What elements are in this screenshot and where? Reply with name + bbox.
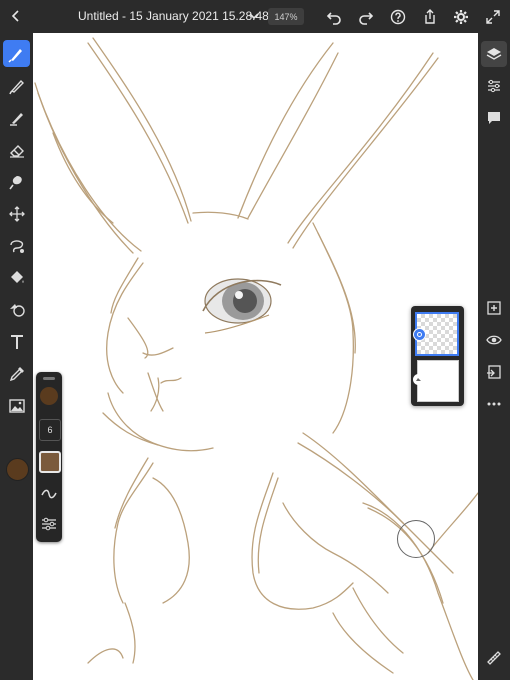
brush-settings-icon[interactable] [39, 514, 59, 534]
liquify-tool-icon[interactable] [3, 168, 30, 195]
undo-icon[interactable] [324, 7, 344, 27]
share-icon[interactable] [420, 7, 440, 27]
ruler-icon[interactable] [481, 645, 507, 671]
smudge-brush-tool-icon[interactable] [3, 72, 30, 99]
right-toolbar [478, 33, 510, 680]
left-toolbar [0, 33, 33, 680]
eyedropper-tool-icon[interactable] [3, 360, 30, 387]
layers-icon[interactable] [481, 41, 507, 67]
title-chevron-down-icon[interactable] [247, 9, 261, 23]
transform-tool-icon[interactable] [3, 200, 30, 227]
current-color-swatch[interactable] [6, 458, 29, 481]
shape-tool-icon[interactable] [3, 296, 30, 323]
back-chevron-icon[interactable] [6, 6, 26, 26]
panel-drag-handle[interactable] [43, 377, 55, 380]
eraser-tool-icon[interactable] [3, 136, 30, 163]
brush-cursor-ring [397, 520, 435, 558]
redo-icon[interactable] [356, 7, 376, 27]
help-icon[interactable] [388, 7, 408, 27]
top-bar: Untitled - 15 January 2021 15.28.48 * 14… [0, 0, 510, 33]
brush-size-value[interactable]: 6 [39, 419, 61, 441]
text-tool-icon[interactable] [3, 328, 30, 355]
brush-color-swatch[interactable] [39, 451, 61, 473]
merge-down-icon[interactable] [481, 359, 507, 385]
add-layer-icon[interactable] [481, 295, 507, 321]
eraser-brush-tool-icon[interactable] [3, 104, 30, 131]
layer-selected-badge-icon [413, 328, 426, 341]
background-layer-badge-icon [413, 374, 424, 385]
fill-tool-icon[interactable] [3, 264, 30, 291]
layers-panel [411, 306, 464, 406]
brush-tool-icon[interactable] [3, 40, 30, 67]
zoom-level[interactable]: 147% [268, 8, 304, 25]
layer-properties-icon[interactable] [481, 73, 507, 99]
lasso-select-tool-icon[interactable] [3, 232, 30, 259]
settings-icon[interactable] [451, 7, 471, 27]
fullscreen-icon[interactable] [483, 7, 503, 27]
brush-settings-panel: 6 [36, 372, 62, 542]
brush-size-preview[interactable] [40, 387, 58, 405]
brush-stroke-icon[interactable] [39, 484, 59, 504]
comments-icon[interactable] [481, 105, 507, 131]
image-tool-icon[interactable] [3, 392, 30, 419]
more-options-icon[interactable] [481, 391, 507, 417]
visibility-icon[interactable] [481, 327, 507, 353]
